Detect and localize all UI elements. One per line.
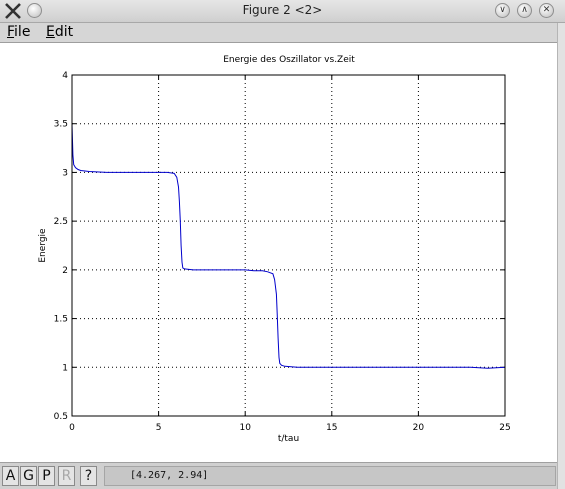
- y-tick-label: 2.5: [54, 217, 68, 227]
- menu-bar: File Edit: [0, 23, 557, 43]
- axes-box: [71, 74, 506, 417]
- x-tick-label: 10: [239, 423, 251, 433]
- menu-file[interactable]: File: [7, 24, 30, 40]
- minimize-button[interactable]: ∨: [495, 3, 510, 18]
- x-tick-label: 5: [156, 423, 162, 433]
- menu-file-label: ile: [14, 24, 31, 40]
- replot-button[interactable]: R: [58, 466, 75, 486]
- series-group: [71, 123, 506, 369]
- y-tick-label: 3.5: [54, 120, 68, 130]
- menu-file-mnemonic: F: [7, 24, 15, 40]
- x-tick-label: 15: [326, 423, 337, 433]
- menu-edit[interactable]: Edit: [46, 24, 73, 40]
- y-axis-label: Energie: [38, 228, 48, 263]
- help-button[interactable]: ?: [80, 466, 97, 486]
- y-tick-label: 1.5: [54, 315, 68, 325]
- y-tick-label: 3: [62, 168, 68, 178]
- chart-title: Energie des Oszillator vs.Zeit: [223, 55, 355, 65]
- autoscale-button[interactable]: A: [2, 466, 19, 486]
- y-tick-label: 2: [62, 266, 68, 276]
- window-right-border: [557, 23, 565, 489]
- grid-lines: [72, 75, 505, 416]
- coordinate-readout: [4.267, 2.94]: [104, 466, 556, 486]
- y-tick-label: 1: [62, 363, 68, 373]
- x-tick-label: 25: [499, 423, 510, 433]
- x-axis-label: t/tau: [278, 434, 299, 444]
- grid-toggle-button[interactable]: G: [20, 466, 37, 486]
- menu-edit-label: dit: [54, 24, 74, 40]
- x-tick-label: 20: [413, 423, 425, 433]
- print-button[interactable]: P: [38, 466, 55, 486]
- status-bar: A G P R ? [4.267, 2.94]: [0, 462, 557, 489]
- window-titlebar: Figure 2 <2> ∨ ∧ ✕: [0, 0, 565, 23]
- energy-series-line: [71, 123, 506, 369]
- window-title: Figure 2 <2>: [242, 3, 323, 17]
- close-button[interactable]: ✕: [539, 3, 554, 18]
- plot-canvas[interactable]: Energie des Oszillator vs.Zeit 0 5 10 15 20 2…: [0, 43, 557, 462]
- y-tick-label: 4: [62, 71, 68, 81]
- maximize-button[interactable]: ∧: [517, 3, 532, 18]
- x-tick-label: 0: [69, 423, 75, 433]
- menu-edit-mnemonic: E: [46, 24, 55, 40]
- axis-ticks: 0 5 10 15 20 25 0.5 1 1.5 2 2.5 3 3.5 4: [54, 71, 511, 433]
- y-tick-label: 0.5: [54, 412, 68, 422]
